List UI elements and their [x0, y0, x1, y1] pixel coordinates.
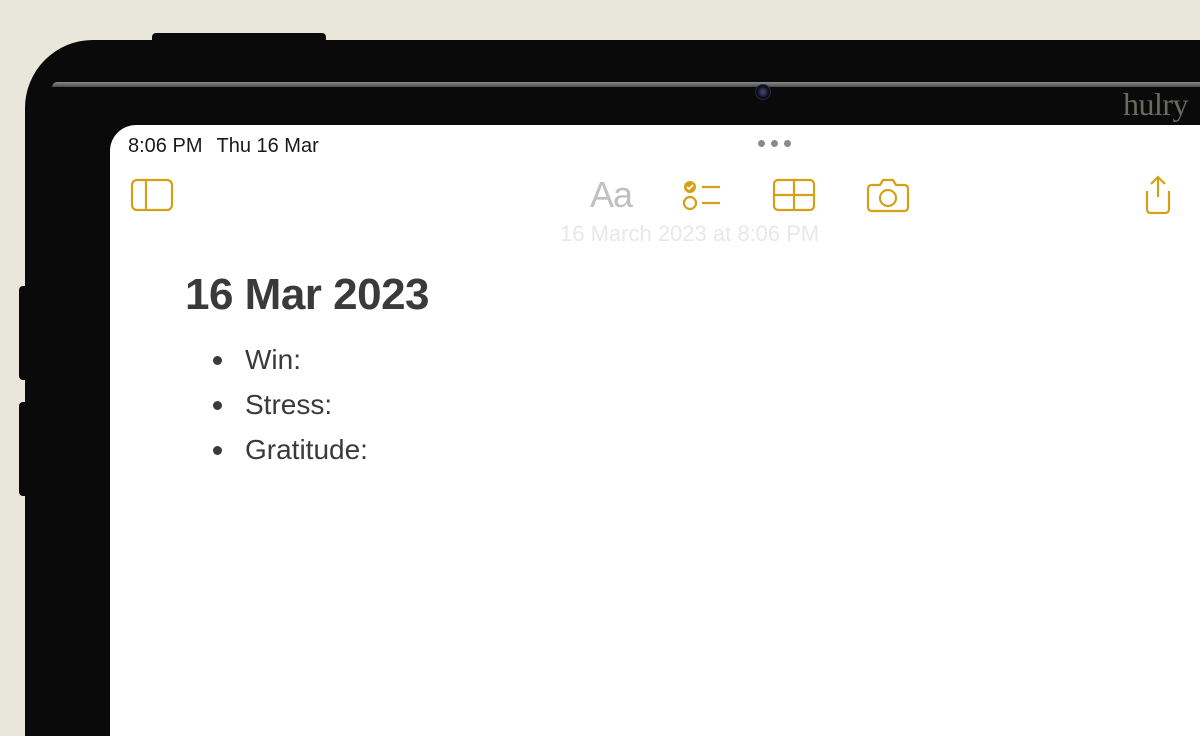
text-format-icon: Aa: [590, 174, 632, 216]
camera-button[interactable]: [866, 177, 910, 213]
screen: 8:06 PM Thu 16 Mar Aa: [110, 125, 1200, 736]
status-bar: 8:06 PM Thu 16 Mar: [110, 125, 1200, 164]
checklist-icon: [682, 179, 722, 211]
toolbar: Aa: [110, 164, 1200, 222]
status-date: Thu 16 Mar: [216, 135, 318, 158]
note-bullet-list: Win: Stress: Gratitude:: [185, 338, 1125, 472]
status-time: 8:06 PM: [128, 135, 202, 158]
list-item: Stress:: [213, 383, 1125, 428]
note-timestamp: 16 March 2023 at 8:06 PM: [560, 221, 819, 247]
table-icon: [772, 178, 816, 212]
table-button[interactable]: [772, 178, 816, 212]
share-icon: [1141, 175, 1175, 215]
device-frame: hulry 8:06 PM Thu 16 Mar: [25, 40, 1200, 736]
device-camera: [755, 84, 771, 100]
more-indicator[interactable]: [758, 140, 791, 147]
list-item: Win:: [213, 338, 1125, 383]
share-button[interactable]: [1141, 175, 1175, 215]
device-edge-highlight: [52, 82, 1200, 87]
text-format-button[interactable]: Aa: [590, 174, 632, 216]
watermark: hulry: [1123, 86, 1188, 123]
note-content[interactable]: 16 Mar 2023 Win: Stress: Gratitude:: [110, 222, 1200, 492]
sidebar-icon: [130, 178, 174, 212]
note-title: 16 Mar 2023: [185, 270, 1125, 320]
camera-icon: [866, 177, 910, 213]
checklist-button[interactable]: [682, 179, 722, 211]
sidebar-toggle-button[interactable]: [130, 178, 174, 212]
list-item: Gratitude:: [213, 428, 1125, 473]
